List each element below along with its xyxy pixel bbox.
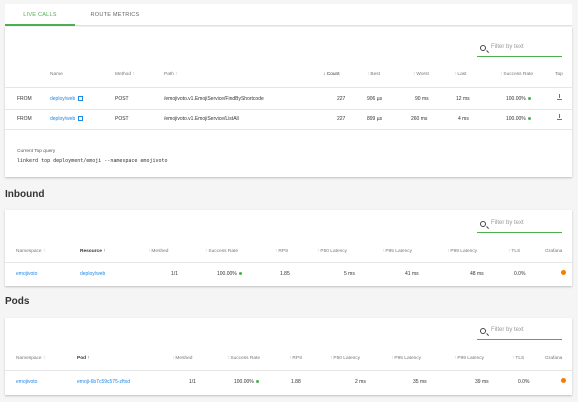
tls-value: 0.0% <box>514 271 526 277</box>
col-grafana: Grafana <box>545 249 563 254</box>
pods-search-input[interactable]: Filter by text <box>477 326 562 340</box>
row-worst: 90 ms <box>415 96 429 102</box>
row-last: 4 ms <box>458 116 469 122</box>
status-dot-icon <box>238 271 243 276</box>
col-resource[interactable]: Resource ↑ <box>80 249 106 254</box>
col-best[interactable]: ↑Best <box>367 72 380 77</box>
row-name-link[interactable]: deploy/web <box>50 96 84 102</box>
inbound-search-input[interactable]: Filter by text <box>477 219 562 233</box>
col-worst[interactable]: ↑Worst <box>413 72 429 77</box>
resource-link[interactable]: deploy/web <box>80 271 105 277</box>
row-method: POST <box>115 96 129 102</box>
row-worst: 260 ms <box>411 116 428 122</box>
tab-live-calls[interactable]: LIVE CALLS <box>5 4 75 26</box>
col-namespace[interactable]: Namespace ↑ <box>16 249 46 254</box>
tap-icon[interactable] <box>557 114 562 122</box>
row-count: 227 <box>337 96 346 102</box>
divider <box>5 262 572 263</box>
search-icon <box>480 221 486 227</box>
row-method: POST <box>115 116 129 122</box>
col-method[interactable]: Method ↑ <box>115 72 136 77</box>
row-count: 227 <box>337 116 346 122</box>
col-last[interactable]: ↑Last <box>454 72 466 77</box>
col-p99[interactable]: ↑P99 Latency <box>454 356 484 361</box>
status-dot-icon <box>527 96 532 101</box>
row-direction: FROM <box>17 116 32 122</box>
col-path[interactable]: Path ↑ <box>164 72 179 77</box>
rps-value: 1.88 <box>291 379 301 385</box>
col-pod[interactable]: Pod ↑ <box>77 356 90 361</box>
meshed-value: 1/1 <box>189 379 196 385</box>
tab-route-metrics[interactable]: ROUTE METRICS <box>80 4 150 26</box>
success-value: 100.00% <box>217 271 243 277</box>
tap-icon[interactable] <box>557 94 562 102</box>
status-dot-icon <box>255 379 260 384</box>
col-p95[interactable]: ↑P95 Latency <box>382 249 412 254</box>
rps-value: 1.85 <box>280 271 290 277</box>
external-link-icon[interactable] <box>78 96 84 102</box>
row-best: 899 µs <box>367 116 383 122</box>
row-name-link[interactable]: deploy/web <box>50 116 84 122</box>
p99-value: 39 ms <box>475 379 489 385</box>
row-last: 12 ms <box>456 96 470 102</box>
row-path: /emojivoto.v1.EmojiService/ListAll <box>164 116 239 122</box>
inbound-title: Inbound <box>5 189 45 200</box>
divider <box>5 129 572 130</box>
p95-value: 41 ms <box>405 271 419 277</box>
namespace-link[interactable]: emojivoto <box>16 379 37 385</box>
query-text: linkerd top deployment/emoji --namespace… <box>17 158 168 164</box>
p50-value: 2 ms <box>355 379 366 385</box>
col-success-rate[interactable]: ↑Success Rate <box>500 72 533 77</box>
col-namespace[interactable]: Namespace ↑ <box>16 356 46 361</box>
status-dot-icon <box>527 116 532 121</box>
external-link-icon[interactable] <box>78 116 84 122</box>
row-path: /emojivoto.v1.EmojiService/FindByShortco… <box>164 96 264 102</box>
pod-link[interactable]: emoji-6b7c59c575-zftxd <box>77 379 130 385</box>
success-value: 100.00% <box>234 379 260 385</box>
row-success: 100.00% <box>506 116 532 122</box>
p50-value: 5 ms <box>344 271 355 277</box>
inbound-card: Filter by text Namespace ↑ Resource ↑ ↑M… <box>5 210 572 286</box>
grafana-icon[interactable] <box>561 378 566 385</box>
col-p50[interactable]: ↑P50 Latency <box>330 356 360 361</box>
col-p99[interactable]: ↑P99 Latency <box>447 249 477 254</box>
search-icon <box>480 45 486 51</box>
pods-title: Pods <box>5 296 30 307</box>
row-success: 100.00% <box>506 96 532 102</box>
p99-value: 48 ms <box>470 271 484 277</box>
col-success-rate[interactable]: ↑Success Rate <box>205 249 238 254</box>
col-rps[interactable]: ↑RPS <box>275 249 288 254</box>
grafana-icon[interactable] <box>561 270 566 277</box>
col-count[interactable]: ↓ Count <box>323 72 340 77</box>
col-p50[interactable]: ↑P50 Latency <box>317 249 347 254</box>
namespace-link[interactable]: emojivoto <box>16 271 37 277</box>
col-tls[interactable]: ↑TLS <box>512 356 524 361</box>
col-meshed[interactable]: ↑Meshed <box>172 356 192 361</box>
tab-bar: LIVE CALLS ROUTE METRICS <box>5 4 572 26</box>
col-meshed[interactable]: ↑Meshed <box>148 249 168 254</box>
live-calls-card: Filter by text Name Method ↑ Path ↑ ↓ Co… <box>5 27 572 177</box>
meshed-value: 1/1 <box>171 271 178 277</box>
col-rps[interactable]: ↑RPS <box>289 356 302 361</box>
search-icon <box>480 328 486 334</box>
col-p95[interactable]: ↑P95 Latency <box>391 356 421 361</box>
divider <box>5 109 572 110</box>
query-label: Current Top query <box>17 149 56 154</box>
row-best: 906 µs <box>367 96 383 102</box>
col-grafana: Grafana <box>545 356 563 361</box>
divider <box>5 370 572 371</box>
live-search-input[interactable]: Filter by text <box>477 43 562 57</box>
col-tap: Tap <box>555 72 563 77</box>
row-direction: FROM <box>17 96 32 102</box>
pods-card: Filter by text Namespace ↑ Pod ↑ ↑Meshed… <box>5 318 572 395</box>
col-name[interactable]: Name <box>50 72 63 77</box>
p95-value: 35 ms <box>413 379 427 385</box>
col-tls[interactable]: ↑TLS <box>508 249 520 254</box>
tls-value: 0.0% <box>518 379 530 385</box>
col-success-rate[interactable]: ↑Success Rate <box>227 356 260 361</box>
divider <box>5 87 572 88</box>
